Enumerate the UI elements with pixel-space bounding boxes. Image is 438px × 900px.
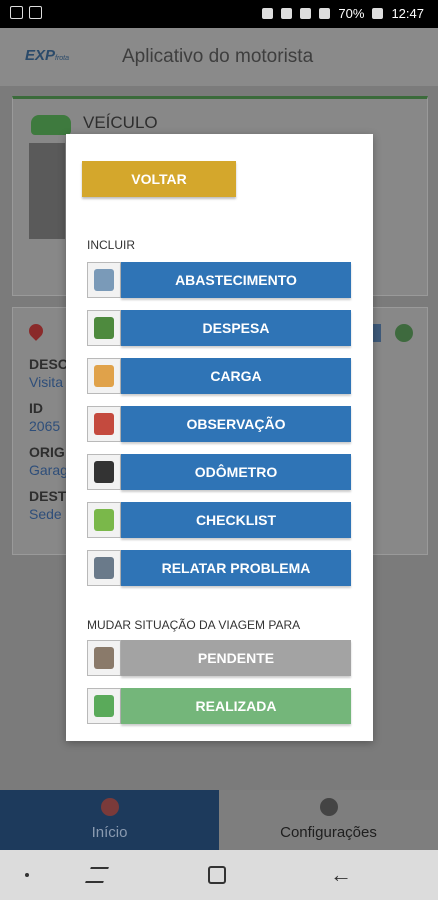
bottom-nav: Início Configurações xyxy=(0,790,438,850)
nav-settings[interactable]: Configurações xyxy=(219,790,438,850)
home-icon xyxy=(100,798,119,816)
status-section-title: MUDAR SITUAÇÃO DA VIAGEM PARA xyxy=(87,618,301,632)
notification-icons xyxy=(10,6,42,19)
system-nav-bar: ← xyxy=(0,850,438,900)
action-row[interactable]: ABASTECIMENTO xyxy=(87,262,351,298)
box-icon xyxy=(87,358,121,394)
nav-home[interactable]: Início xyxy=(0,790,219,850)
sim-icon xyxy=(29,6,42,19)
page-title: Aplicativo do motorista xyxy=(122,46,314,67)
odometer-icon xyxy=(87,454,121,490)
action-row[interactable]: CARGA xyxy=(87,358,351,394)
wifi-icon xyxy=(300,8,312,19)
money-icon xyxy=(87,310,121,346)
actions-dialog: VOLTAR INCLUIR MUDAR SITUAÇÃO DA VIAGEM … xyxy=(66,134,373,741)
alarm-icon xyxy=(281,8,293,19)
back-button[interactable]: VOLTAR xyxy=(82,161,236,197)
gallery-icon xyxy=(10,6,23,19)
app-logo: EXPfrota xyxy=(25,47,69,64)
recent-apps-icon[interactable] xyxy=(85,867,109,883)
home-button-icon[interactable] xyxy=(208,866,226,884)
action-button[interactable]: PENDENTE xyxy=(121,640,351,676)
action-row[interactable]: ODÔMETRO xyxy=(87,454,351,490)
vehicle-photo xyxy=(29,143,65,239)
action-row[interactable]: RELATAR PROBLEMA xyxy=(87,550,351,586)
clock: 12:47 xyxy=(391,6,424,21)
action-row[interactable]: OBSERVAÇÃO xyxy=(87,406,351,442)
field-label: ID xyxy=(29,400,43,416)
action-row[interactable]: DESPESA xyxy=(87,310,351,346)
action-button[interactable]: OBSERVAÇÃO xyxy=(121,406,351,442)
money-counter-icon xyxy=(395,324,413,342)
nav-settings-label: Configurações xyxy=(280,824,377,841)
battery-percent: 70% xyxy=(338,6,365,21)
field-value: Garag xyxy=(29,462,68,478)
logo-text: EXP xyxy=(25,47,56,64)
vehicle-label: VEÍCULO xyxy=(83,113,158,132)
action-row[interactable]: REALIZADA xyxy=(87,688,351,724)
fuel-icon xyxy=(87,262,121,298)
action-row[interactable]: CHECKLIST xyxy=(87,502,351,538)
action-button[interactable]: ODÔMETRO xyxy=(121,454,351,490)
include-section-title: INCLUIR xyxy=(87,238,136,252)
signal-icon xyxy=(319,8,331,19)
system-indicators: 70% 12:47 xyxy=(262,6,424,21)
battery-icon xyxy=(372,8,384,19)
flag-gray-icon xyxy=(87,640,121,676)
mute-icon xyxy=(262,8,274,19)
action-row[interactable]: PENDENTE xyxy=(87,640,351,676)
location-pin-icon xyxy=(26,321,46,341)
checklist-icon xyxy=(87,502,121,538)
app-header: EXPfrota Aplicativo do motorista xyxy=(0,28,438,86)
field-label: DEST xyxy=(29,488,67,504)
car-icon xyxy=(31,115,71,135)
calendar-icon xyxy=(87,406,121,442)
field-value: Sede xyxy=(29,506,62,522)
action-button[interactable]: REALIZADA xyxy=(121,688,351,724)
action-button[interactable]: CHECKLIST xyxy=(121,502,351,538)
action-button[interactable]: RELATAR PROBLEMA xyxy=(121,550,351,586)
field-label: DESC xyxy=(29,356,68,372)
flag-green-icon xyxy=(87,688,121,724)
field-label: ORIG xyxy=(29,444,65,460)
action-button[interactable]: DESPESA xyxy=(121,310,351,346)
assistant-dot-icon[interactable] xyxy=(25,873,29,877)
logo-subtext: frota xyxy=(55,55,70,62)
settings-icon xyxy=(319,798,338,816)
nav-home-label: Início xyxy=(91,824,128,841)
back-arrow-icon[interactable]: ← xyxy=(330,862,352,888)
field-value: Visita xyxy=(29,374,63,390)
action-button[interactable]: ABASTECIMENTO xyxy=(121,262,351,298)
action-button[interactable]: CARGA xyxy=(121,358,351,394)
field-value: 2065 xyxy=(29,418,61,434)
status-bar: 70% 12:47 xyxy=(0,0,438,28)
tools-icon xyxy=(87,550,121,586)
